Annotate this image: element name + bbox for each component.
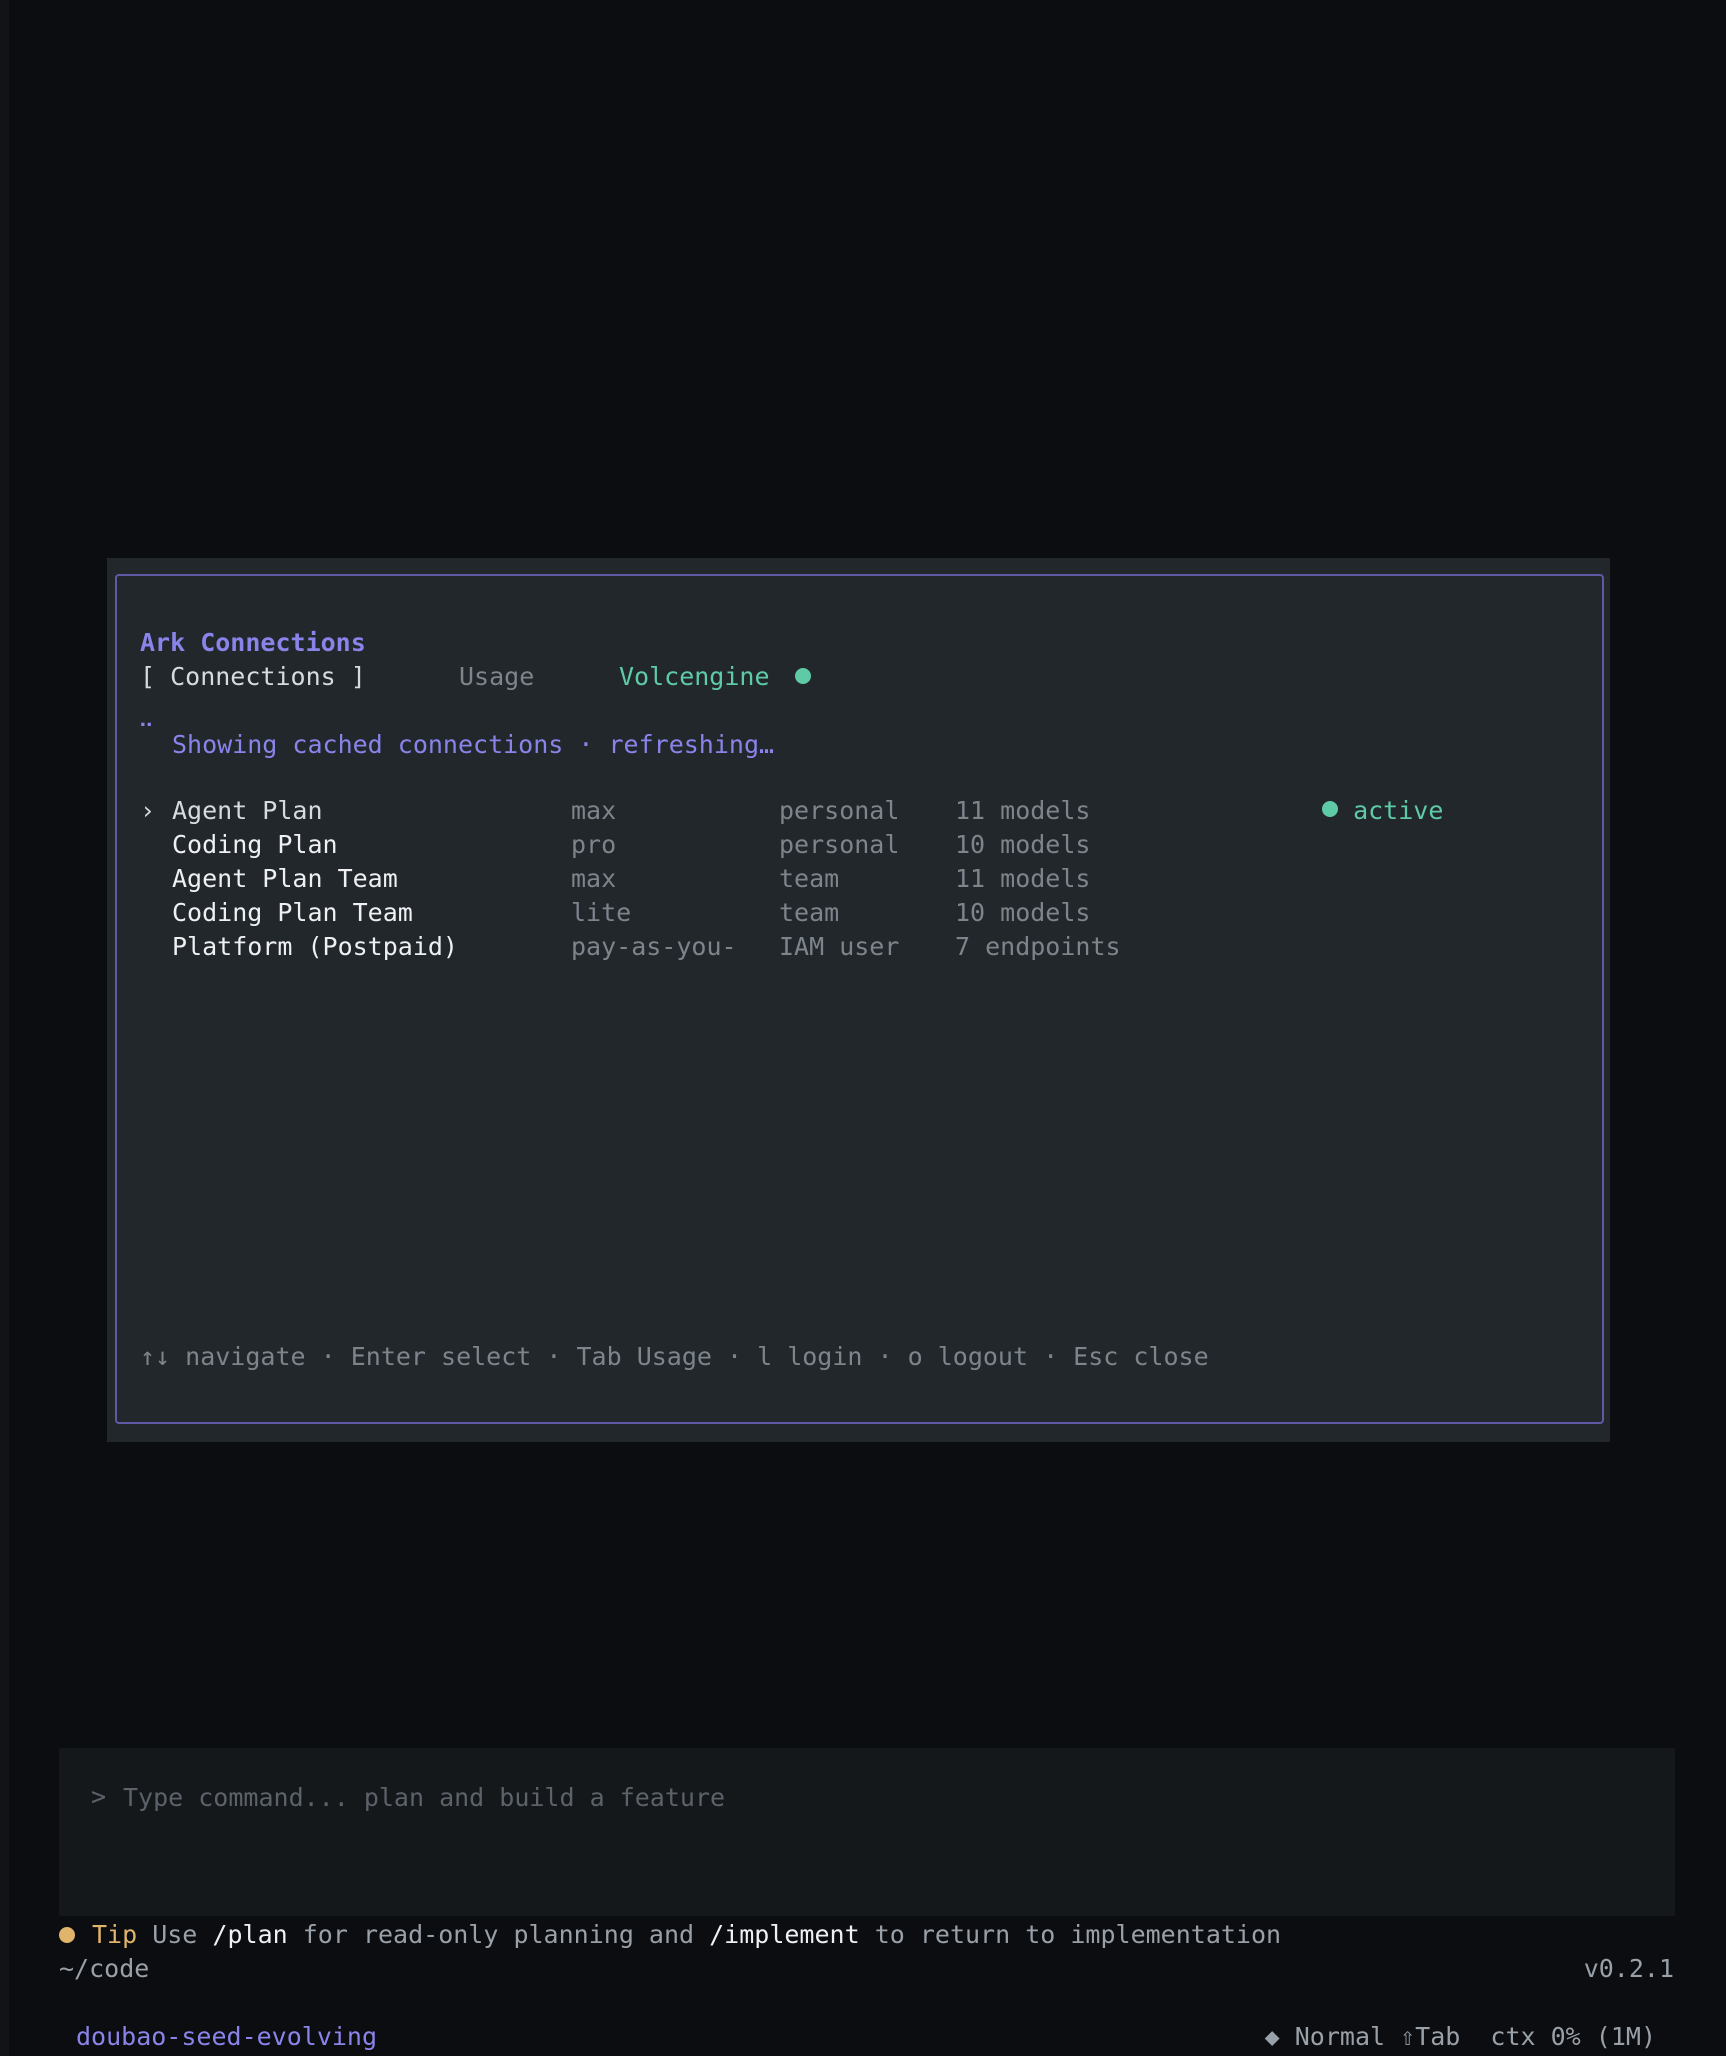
connection-scope: personal (779, 830, 900, 859)
keybinding-help: ↑↓ navigate · Enter select · Tab Usage ·… (140, 1342, 1209, 1371)
tip-label: Tip (92, 1920, 138, 1949)
window-edge (0, 0, 9, 2056)
tab-connections[interactable]: [ Connections ] (140, 660, 366, 694)
connection-scope: team (779, 898, 840, 927)
connection-tier: lite (571, 898, 632, 927)
active-label: active (1353, 796, 1444, 825)
command-input[interactable] (123, 1780, 1623, 1814)
version-label: v0.2.1 (1583, 1954, 1674, 1983)
selection-caret-icon: › (140, 796, 156, 825)
connection-count: 7 endpoints (955, 932, 1121, 961)
working-directory: ~/code (59, 1954, 150, 1983)
connection-row-coding-plan[interactable]: Coding Plan pro personal 10 models (0, 828, 1726, 862)
connection-name: Coding Plan (172, 830, 338, 859)
connection-name: Platform (Postpaid) (172, 932, 458, 961)
connection-name: Agent Plan (172, 796, 323, 825)
connection-count: 11 models (955, 796, 1091, 825)
tip-dot-icon (59, 1927, 75, 1943)
connection-scope: personal (779, 796, 900, 825)
provider-status-dot-icon (795, 668, 811, 684)
connection-state: active (1322, 794, 1443, 828)
active-dot-icon (1322, 801, 1338, 817)
connection-tier: pro (571, 830, 617, 859)
connection-row-platform-postpaid[interactable]: Platform (Postpaid) pay-as-you- IAM user… (0, 930, 1726, 964)
prompt-icon: > (91, 1782, 107, 1811)
connection-name: Agent Plan Team (172, 864, 398, 893)
tip-text-2: for read-only planning and (287, 1920, 710, 1949)
tip-message: Tip Use /plan for read-only planning and… (92, 1918, 1281, 1952)
spinner-icon: ⠉ (138, 721, 155, 746)
tip-text-3: to return to implementation (859, 1920, 1282, 1949)
tip-text-1: Use (137, 1920, 213, 1949)
connection-count: 10 models (955, 898, 1091, 927)
tab-usage[interactable]: Usage (459, 660, 534, 694)
connection-scope: IAM user (779, 932, 900, 961)
modal-border (115, 574, 1604, 1424)
connection-count: 11 models (955, 864, 1091, 893)
connection-scope: team (779, 864, 840, 893)
connection-name: Coding Plan Team (172, 898, 413, 927)
refresh-status: Showing cached connections · refreshing… (172, 730, 775, 759)
connection-row-agent-plan-team[interactable]: Agent Plan Team max team 11 models (0, 862, 1726, 896)
connection-row-coding-plan-team[interactable]: Coding Plan Team lite team 10 models (0, 896, 1726, 930)
connection-count: 10 models (955, 830, 1091, 859)
connection-tier: max (571, 864, 617, 893)
connection-row-agent-plan[interactable]: › Agent Plan max personal 11 models acti… (0, 794, 1726, 828)
command-input-box[interactable]: > (59, 1748, 1675, 1916)
model-name[interactable]: doubao-seed-evolving (76, 2020, 377, 2054)
tip-command-implement: /implement (709, 1920, 860, 1949)
connection-tier: pay-as-you- (571, 932, 737, 961)
tip-command-plan: /plan (212, 1920, 288, 1949)
tab-provider[interactable]: Volcengine (619, 660, 770, 694)
modal-title: Ark Connections (140, 628, 366, 657)
connection-tier: max (571, 796, 617, 825)
mode-status: ◆ Normal ⇧Tab ctx 0% (1M) (1264, 2022, 1656, 2051)
